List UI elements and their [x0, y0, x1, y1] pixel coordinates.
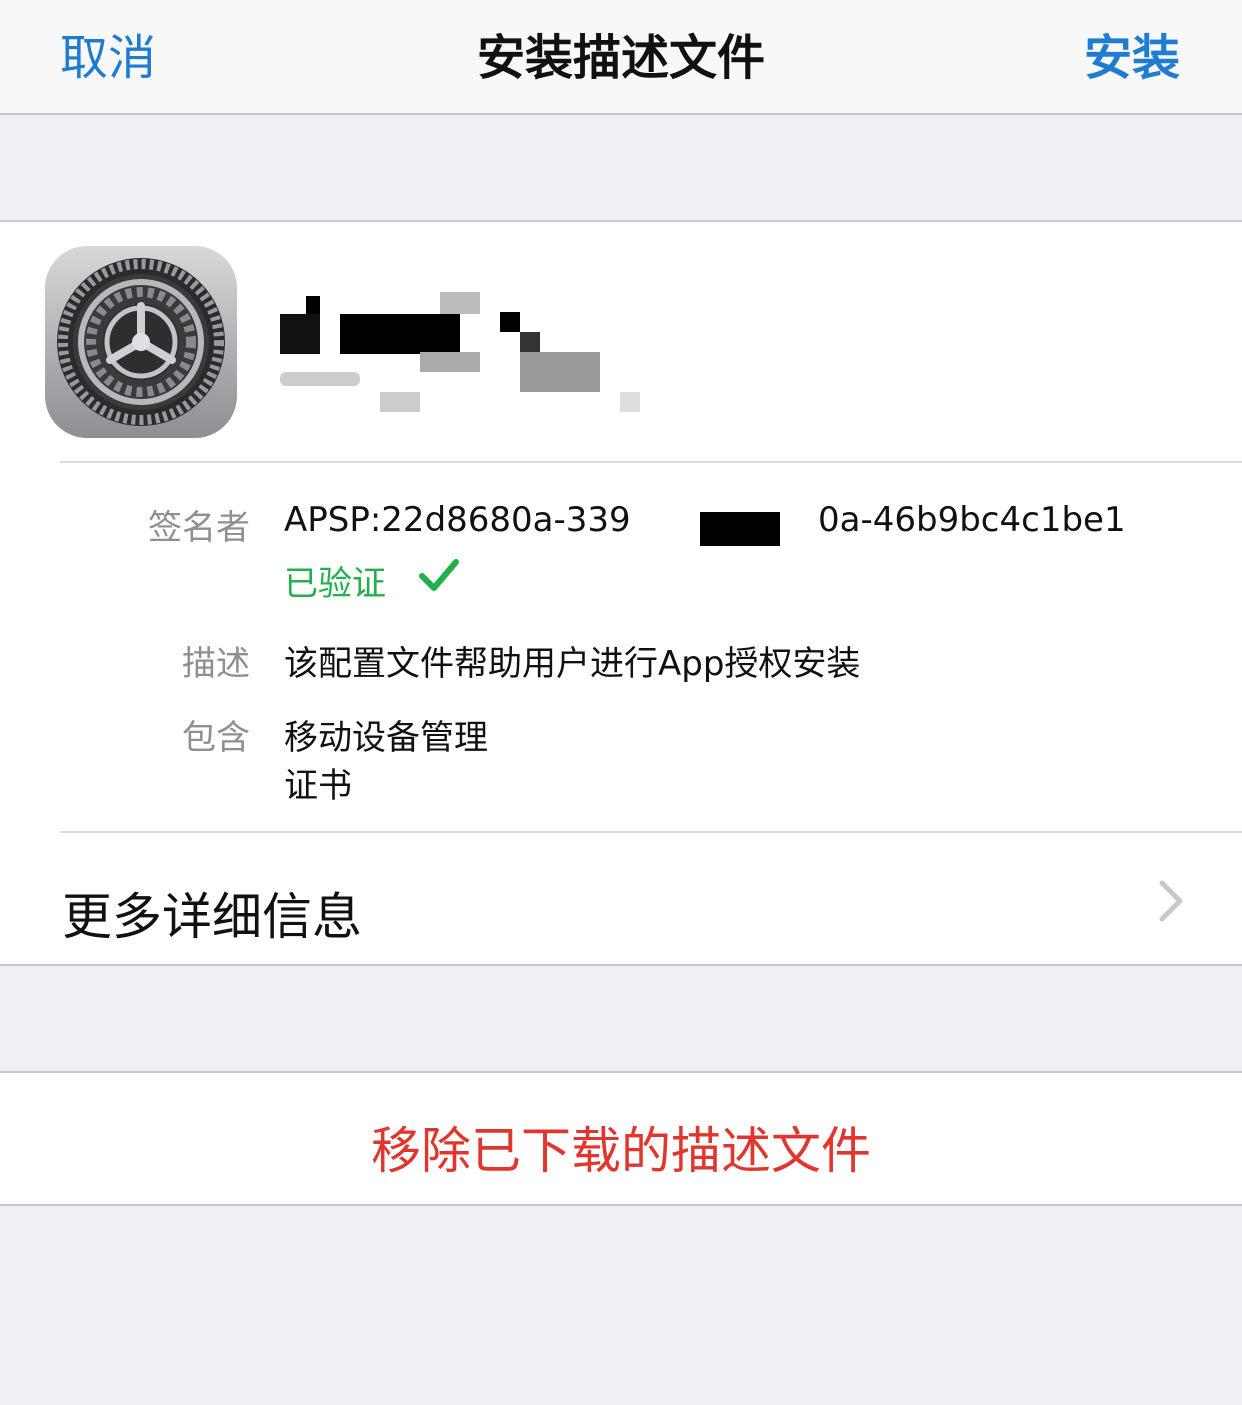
- contains-label: 包含: [182, 718, 250, 758]
- more-details-row[interactable]: 更多详细信息: [0, 833, 1242, 966]
- signer-redaction: [700, 512, 780, 546]
- description-label: 描述: [182, 644, 250, 684]
- chevron-right-icon: [1159, 880, 1183, 922]
- signer-value-end: 0a-46b9bc4c1be1: [818, 500, 1126, 540]
- signer-value-start: APSP:22d8680a-339: [284, 500, 631, 540]
- settings-gear-icon: [45, 246, 237, 438]
- remove-profile-label: 移除已下载的描述文件: [371, 1122, 871, 1180]
- profile-name-redacted: [280, 292, 640, 416]
- checkmark-icon: [419, 559, 459, 591]
- verified-status: 已验证: [284, 564, 386, 604]
- install-button[interactable]: 安装: [1084, 18, 1180, 88]
- profile-card: 签名者 APSP:22d8680a-339 0a-46b9bc4c1be1 已验…: [0, 220, 1242, 966]
- page-title: 安装描述文件: [476, 30, 765, 86]
- signer-label: 签名者: [148, 508, 250, 548]
- description-value: 该配置文件帮助用户进行App授权安装: [284, 644, 861, 684]
- contains-item-mdm: 移动设备管理: [284, 718, 488, 758]
- divider: [60, 461, 1242, 463]
- navigation-bar: 取消 安装描述文件 安装: [0, 0, 1242, 115]
- remove-profile-button[interactable]: 移除已下载的描述文件: [0, 1071, 1242, 1206]
- more-details-label: 更多详细信息: [62, 888, 362, 946]
- contains-item-certificate: 证书: [284, 766, 352, 806]
